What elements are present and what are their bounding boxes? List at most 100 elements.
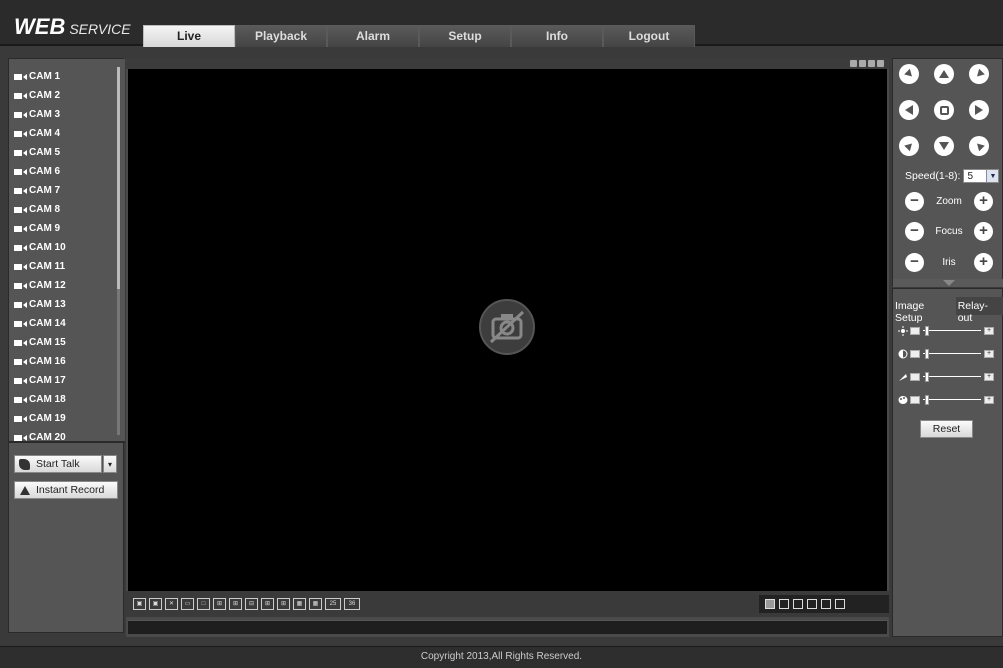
instant-record-button[interactable]: Instant Record [14,481,118,499]
tab-image-setup[interactable]: Image Setup [893,297,956,324]
channel-item[interactable]: CAM 5 [9,143,125,162]
split-1-button[interactable]: □ [197,598,210,610]
zoom-in-button[interactable]: + [974,191,993,211]
channel-item[interactable]: CAM 10 [9,238,125,257]
full-window-button[interactable]: ▣ [149,598,162,610]
talk-dropdown-button[interactable]: ▾ [103,455,117,473]
tab-relay-out[interactable]: Relay-out [955,297,1003,324]
channel-list: CAM 1 CAM 2 CAM 3 CAM 4 CAM 5 CAM 6 CAM 7 CAM 8… [9,59,125,443]
saturation-slider[interactable] [923,372,981,382]
contrast-slider[interactable] [923,349,981,359]
tab-info[interactable]: Info [511,25,603,47]
layout-9-button[interactable] [821,599,831,609]
channel-label: CAM 20 [29,432,66,443]
layout-1-button[interactable] [765,599,775,609]
channel-item[interactable]: CAM 15 [9,333,125,352]
focus-label: Focus [935,225,963,237]
brightness-slider-knob[interactable] [925,326,929,336]
channel-item[interactable]: CAM 8 [9,200,125,219]
channel-item[interactable]: CAM 3 [9,105,125,124]
layout-8-button[interactable] [807,599,817,609]
fit-window-button[interactable]: ▣ [133,598,146,610]
saturation-slider-knob[interactable] [925,372,929,382]
ptz-down-button[interactable] [934,136,954,156]
hue-plus-button[interactable]: + [984,396,994,404]
ptz-collapse-handle[interactable] [893,279,1003,287]
split-8-button[interactable]: ⊟ [245,598,258,610]
snapshot-icon[interactable] [868,60,875,67]
channel-item[interactable]: CAM 4 [9,124,125,143]
tab-setup[interactable]: Setup [419,25,511,47]
saturation-minus-button[interactable] [910,373,920,381]
saturation-plus-button[interactable]: + [984,373,994,381]
brightness-slider[interactable] [923,326,981,336]
split-4-button[interactable]: ⊞ [213,598,226,610]
split-9-button[interactable]: ⊞ [261,598,274,610]
view-mode-1-button[interactable]: ▭ [181,598,194,610]
layout-4-button[interactable] [793,599,803,609]
video-window[interactable] [128,69,887,591]
channel-item[interactable]: CAM 9 [9,219,125,238]
start-talk-label: Start Talk [36,458,80,470]
speed-select[interactable]: 5 ▼ [963,169,1000,183]
channel-item[interactable]: CAM 6 [9,162,125,181]
hue-slider[interactable] [923,395,981,405]
ptz-down-left-button[interactable] [899,136,919,156]
digital-zoom-icon[interactable] [850,60,857,67]
brightness-minus-button[interactable] [910,327,920,335]
split-25-button[interactable]: 25 [325,598,341,610]
top-bar: WEB SERVICE Live Playback Alarm Setup Inf… [0,0,1003,47]
ptz-up-left-button[interactable] [899,64,919,84]
channel-item[interactable]: CAM 17 [9,371,125,390]
tab-playback[interactable]: Playback [235,25,327,47]
channel-item[interactable]: CAM 18 [9,390,125,409]
ptz-up-button[interactable] [934,64,954,84]
channel-label: CAM 19 [29,413,66,424]
iris-plus-button[interactable]: + [974,252,993,272]
channel-item[interactable]: CAM 7 [9,181,125,200]
split-16-button[interactable]: ▦ [293,598,306,610]
brightness-plus-button[interactable]: + [984,327,994,335]
tab-alarm[interactable]: Alarm [327,25,419,47]
ptz-left-button[interactable] [899,100,919,120]
layout-16-button[interactable] [835,599,845,609]
focus-minus-button[interactable]: − [905,221,924,241]
ptz-right-button[interactable] [969,100,989,120]
channel-item[interactable]: CAM 11 [9,257,125,276]
hue-minus-button[interactable] [910,396,920,404]
channel-item[interactable]: CAM 12 [9,276,125,295]
start-talk-button[interactable]: Start Talk [14,455,102,473]
split-20-button[interactable]: ▦ [309,598,322,610]
layout-1b-button[interactable] [779,599,789,609]
channel-item[interactable]: CAM 16 [9,352,125,371]
channel-item[interactable]: CAM 1 [9,67,125,86]
channel-item[interactable]: CAM 20 [9,428,125,443]
tab-logout[interactable]: Logout [603,25,695,47]
focus-row: − Focus + [905,221,993,241]
split-13-button[interactable]: ⊞ [277,598,290,610]
focus-plus-button[interactable]: + [973,221,993,241]
audio-icon[interactable] [877,60,884,67]
channel-list-scrollbar-thumb[interactable] [117,67,120,289]
channel-item[interactable]: CAM 2 [9,86,125,105]
contrast-minus-button[interactable] [910,350,920,358]
fullscreen-button[interactable]: ✕ [165,598,178,610]
channel-item[interactable]: CAM 13 [9,295,125,314]
zoom-out-button[interactable]: − [905,191,924,211]
ptz-auto-button[interactable] [934,100,954,120]
channel-item[interactable]: CAM 14 [9,314,125,333]
ptz-down-right-button[interactable] [969,136,989,156]
iris-minus-button[interactable]: − [905,252,924,272]
record-icon[interactable] [859,60,866,67]
contrast-slider-knob[interactable] [925,349,929,359]
ptz-up-right-button[interactable] [969,64,989,84]
split-6-button[interactable]: ⊞ [229,598,242,610]
contrast-plus-button[interactable]: + [984,350,994,358]
hue-slider-knob[interactable] [925,395,929,405]
reset-button[interactable]: Reset [920,420,973,438]
camera-icon [14,301,27,308]
channel-item[interactable]: CAM 19 [9,409,125,428]
tab-live[interactable]: Live [143,25,235,47]
brightness-slider-row: + [898,325,998,337]
split-36-button[interactable]: 36 [344,598,360,610]
